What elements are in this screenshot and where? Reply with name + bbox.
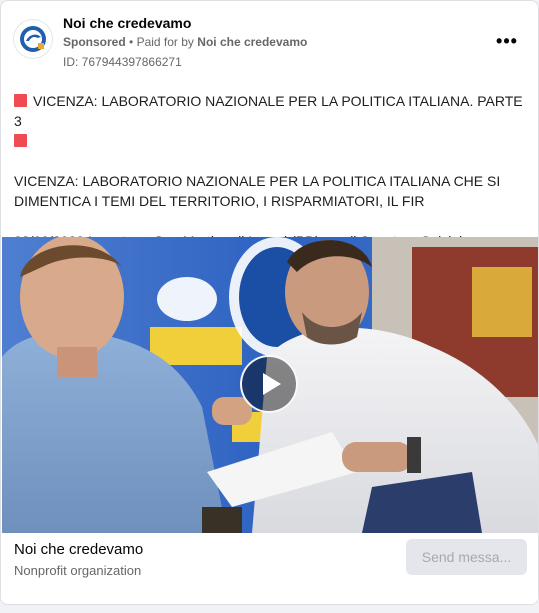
separator-dot: • (129, 35, 134, 49)
play-button[interactable] (240, 355, 298, 413)
play-icon (263, 373, 281, 395)
send-message-button[interactable]: Send messa... (406, 539, 527, 575)
page-name[interactable]: Noi che credevamo (63, 15, 191, 31)
red-square-icon (14, 134, 27, 147)
ad-body-text: VICENZA: LABORATORIO NAZIONALE PER LA PO… (14, 91, 524, 251)
page-logo-icon (20, 26, 46, 52)
red-square-icon (14, 94, 27, 107)
ad-header: Noi che credevamo Sponsored • Paid for b… (1, 1, 538, 81)
ad-footer: Noi che credevamo Nonprofit organization… (1, 533, 538, 604)
body-line2: VICENZA: LABORATORIO NAZIONALE PER LA PO… (14, 173, 501, 209)
more-options-button[interactable]: ••• (491, 27, 523, 55)
paid-for-prefix: Paid for by (136, 35, 194, 49)
page-avatar[interactable] (13, 19, 53, 59)
video-thumbnail[interactable] (2, 237, 538, 533)
footer-category: Nonprofit organization (14, 563, 142, 578)
paid-for-name[interactable]: Noi che credevamo (197, 35, 307, 49)
body-line-title: VICENZA: LABORATORIO NAZIONALE PER LA PO… (14, 91, 524, 151)
sponsored-line: Sponsored • Paid for by Noi che credevam… (63, 35, 307, 49)
body-line1: VICENZA: LABORATORIO NAZIONALE PER LA PO… (14, 93, 523, 129)
more-horizontal-icon: ••• (496, 30, 518, 51)
sponsored-label: Sponsored (63, 35, 126, 49)
ad-card: Noi che credevamo Sponsored • Paid for b… (0, 0, 539, 605)
footer-page-name[interactable]: Noi che credevamo (14, 541, 143, 558)
ad-id: ID: 767944397866271 (63, 55, 182, 69)
